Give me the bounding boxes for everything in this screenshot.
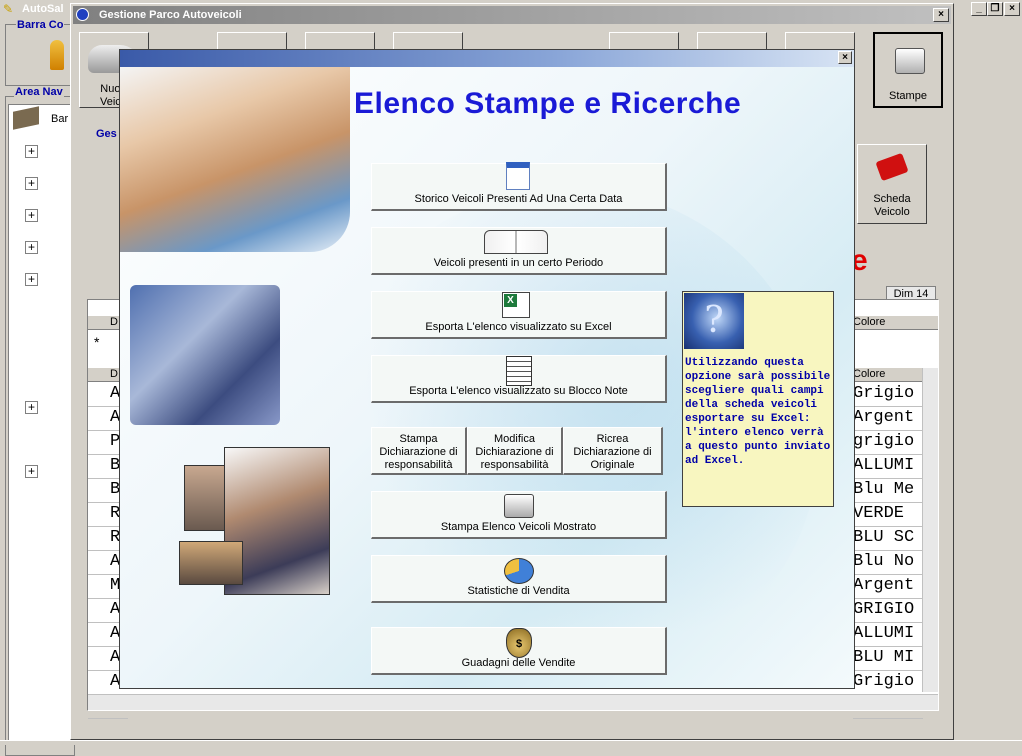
stampe-label: Stampe [889, 90, 927, 102]
storico-veicoli-button[interactable]: Storico Veicoli Presenti Ad Una Certa Da… [371, 162, 667, 211]
guadagni-button[interactable]: $ Guadagni delle Vendite [371, 627, 667, 675]
grid-cell-colore[interactable]: VERDE [853, 503, 923, 527]
scheda-veicolo-button[interactable]: Scheda Veicolo [857, 144, 927, 224]
status-strip [0, 740, 1022, 745]
restore-button[interactable]: ❐ [987, 2, 1003, 16]
expand-icon[interactable]: + [25, 273, 38, 286]
header-left-2: D [110, 368, 118, 380]
grid-cell-colore[interactable]: GRIGIO [853, 599, 923, 623]
grid-cell-colore[interactable]: grigio [853, 431, 923, 455]
stampe-button[interactable]: Stampe [873, 32, 943, 108]
grid-cell-colore[interactable]: Grigio [853, 671, 923, 695]
group-label: Ges [96, 128, 117, 140]
expand-icon[interactable]: + [25, 177, 38, 190]
ricrea-dichiarazione-button[interactable]: Ricrea Dichiarazione di Originale [563, 427, 663, 475]
grid-cell-colore[interactable]: ALLUMI [853, 455, 923, 479]
photo-meeting-small-1 [184, 465, 228, 531]
horizontal-scrollbar[interactable] [88, 694, 938, 710]
expand-icon[interactable]: + [25, 241, 38, 254]
tree-root-label: Bar [51, 113, 69, 125]
main-close-button[interactable]: × [933, 8, 949, 22]
help-question-icon: ? [684, 293, 744, 349]
close-button[interactable]: × [1004, 2, 1020, 16]
stampe-dialog: × Elenco Stampe e Ricerche Storico Veico… [119, 49, 855, 689]
grid-cell-colore[interactable]: Argent [853, 575, 923, 599]
expand-icon[interactable]: + [25, 209, 38, 222]
user-icon [50, 40, 64, 70]
dialog-titlebar: × [120, 50, 854, 67]
tree-view[interactable]: Bar + + + + + + + [8, 104, 72, 744]
modifica-dich-label: Modifica Dichiarazione di responsabilità [475, 433, 554, 471]
grid-cell-colore[interactable]: BLU MI [853, 647, 923, 671]
open-book-icon [484, 230, 548, 254]
nuovo-label: Nuo Veic [100, 83, 121, 108]
header-left: D [110, 316, 118, 328]
printer-icon [895, 48, 925, 74]
stampa-dichiarazione-button[interactable]: Stampa Dichiarazione di responsabilità [371, 427, 467, 475]
minimize-button[interactable]: _ [971, 2, 987, 16]
outer-title: AutoSal [22, 3, 64, 15]
statistiche-label: Statistiche di Vendita [467, 585, 570, 597]
main-title: Gestione Parco Autoveicoli [99, 9, 242, 21]
book-red-icon [875, 152, 909, 182]
area-title: Area Nav [14, 86, 64, 98]
dim-badge: Dim 14 [886, 286, 936, 300]
storico-label: Storico Veicoli Presenti Ad Una Certa Da… [414, 193, 623, 205]
stampa-elenco-button[interactable]: Stampa Elenco Veicoli Mostrato [371, 491, 667, 539]
vertical-scrollbar[interactable] [922, 368, 938, 692]
esporta-notepad-button[interactable]: Esporta L'elenco visualizzato su Blocco … [371, 355, 667, 403]
photo-office [130, 285, 280, 425]
excel-label: Esporta L'elenco visualizzato su Excel [425, 321, 612, 333]
barra-group [5, 24, 75, 86]
grid-cell-colore[interactable]: ALLUMI [853, 623, 923, 647]
dialog-close-button[interactable]: × [838, 51, 852, 64]
ricrea-dich-label: Ricrea Dichiarazione di Originale [573, 433, 652, 471]
app-icon: ✎ [3, 2, 14, 16]
help-text: Utilizzando questa opzione sarà possibil… [685, 357, 831, 467]
header-colore-2: Colore [853, 368, 886, 380]
dialog-body: Elenco Stampe e Ricerche Storico Veicoli… [120, 67, 854, 688]
colore-column: Grigio Argent grigio ALLUMI Blu Me VERDE BLU S… [853, 383, 923, 719]
notepad-icon [506, 356, 532, 386]
window-icon [76, 8, 89, 21]
main-titlebar: Gestione Parco Autoveicoli × [73, 6, 951, 24]
expand-icon[interactable]: + [25, 401, 38, 414]
esporta-excel-button[interactable]: X Esporta L'elenco visualizzato su Excel [371, 291, 667, 339]
stampa-dich-label: Stampa Dichiarazione di responsabilità [379, 433, 458, 471]
guadagni-label: Guadagni delle Vendite [461, 657, 576, 669]
photo-people-laptop [120, 67, 350, 252]
notepad-label: Esporta L'elenco visualizzato su Blocco … [409, 385, 628, 397]
header-colore: Colore [853, 316, 886, 328]
new-row-marker: * [94, 334, 100, 350]
pie-chart-icon [504, 558, 534, 584]
grid-cell-colore[interactable]: Argent [853, 407, 923, 431]
expand-icon[interactable]: + [25, 465, 38, 478]
excel-icon: X [502, 292, 530, 318]
printer-icon [504, 494, 534, 518]
veicoli-periodo-button[interactable]: Veicoli presenti in un certo Periodo [371, 227, 667, 275]
barra-title: Barra Co [16, 19, 65, 31]
calendar-icon [506, 162, 530, 190]
expand-icon[interactable]: + [25, 145, 38, 158]
modifica-dichiarazione-button[interactable]: Modifica Dichiarazione di responsabilità [467, 427, 563, 475]
grid-cell-colore[interactable]: Grigio [853, 383, 923, 407]
scheda-label: Scheda Veicolo [873, 193, 911, 218]
left-panel: Barra Co Area Nav Bar + + + + + + + [2, 18, 75, 756]
book-icon [13, 106, 39, 130]
stampa-elenco-label: Stampa Elenco Veicoli Mostrato [440, 521, 597, 533]
grid-cell-colore[interactable]: BLU SC [853, 527, 923, 551]
grid-cell-colore[interactable]: Blu Me [853, 479, 923, 503]
grid-cell-colore[interactable]: Blu No [853, 551, 923, 575]
periodo-label: Veicoli presenti in un certo Periodo [433, 257, 604, 269]
statistiche-button[interactable]: Statistiche di Vendita [371, 555, 667, 603]
photo-meeting-small-2 [179, 541, 243, 585]
money-bag-icon: $ [506, 628, 532, 658]
dialog-title: Elenco Stampe e Ricerche [354, 87, 742, 120]
excel-x-glyph: X [504, 294, 517, 307]
help-panel: ? Utilizzando questa opzione sarà possib… [682, 291, 834, 507]
